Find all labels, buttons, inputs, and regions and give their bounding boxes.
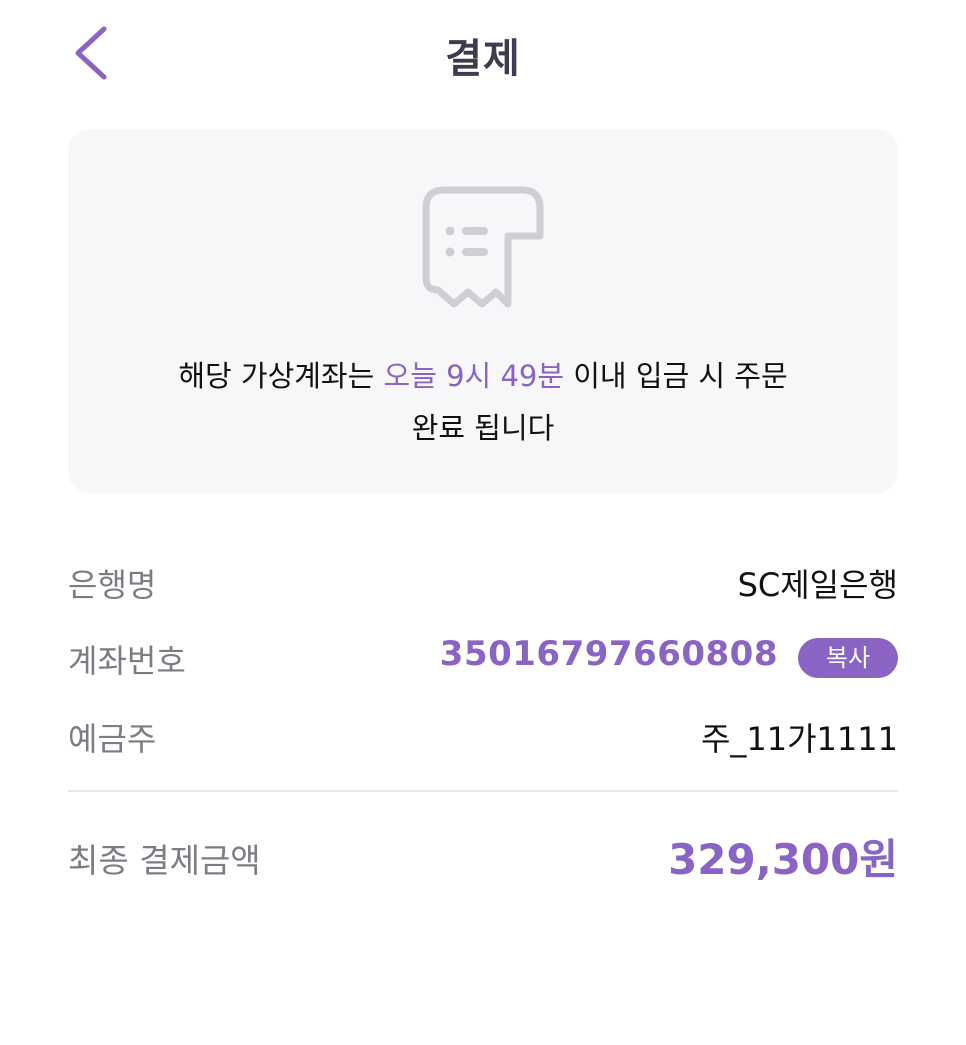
total-amount-label: 최종 결제금액 <box>68 841 261 880</box>
page-title: 결제 <box>445 36 521 82</box>
account-holder-label: 예금주 <box>68 720 157 758</box>
deposit-notice-text: 해당 가상계좌는 오늘 9시 49분 이내 입금 시 주문 완료 됩니다 <box>68 350 898 454</box>
copy-button[interactable]: 복사 <box>798 638 898 678</box>
account-number-value: 35016797660808 <box>439 634 778 674</box>
account-holder-value: 주_11가1111 <box>700 720 898 758</box>
account-holder-row: 예금주 주_11가1111 <box>68 704 898 764</box>
bank-name-label: 은행명 <box>68 566 157 604</box>
notice-line-1: 해당 가상계좌는 오늘 9시 49분 이내 입금 시 주문 <box>68 350 898 402</box>
total-amount-value: 329,300원 <box>668 835 898 884</box>
divider <box>68 790 898 792</box>
bank-name-row: 은행명 SC제일은행 <box>68 550 898 610</box>
header: 결제 <box>0 0 966 104</box>
payment-screen: 결제 해당 가상계좌는 오늘 9시 49분 이내 입금 시 주문 완료 됩니다 … <box>0 0 966 1045</box>
notice-text-after: 이내 입금 시 주문 <box>564 359 788 393</box>
account-number-row: 계좌번호 35016797660808 복사 <box>68 626 898 686</box>
notice-text-before: 해당 가상계좌는 <box>178 359 384 393</box>
deposit-deadline: 오늘 9시 49분 <box>383 359 565 393</box>
account-number-label: 계좌번호 <box>68 642 186 680</box>
bank-name-value: SC제일은행 <box>737 566 898 604</box>
notice-line-2: 완료 됩니다 <box>411 411 555 445</box>
total-amount-row: 최종 결제금액 329,300원 <box>68 824 898 888</box>
receipt-icon <box>422 186 544 308</box>
